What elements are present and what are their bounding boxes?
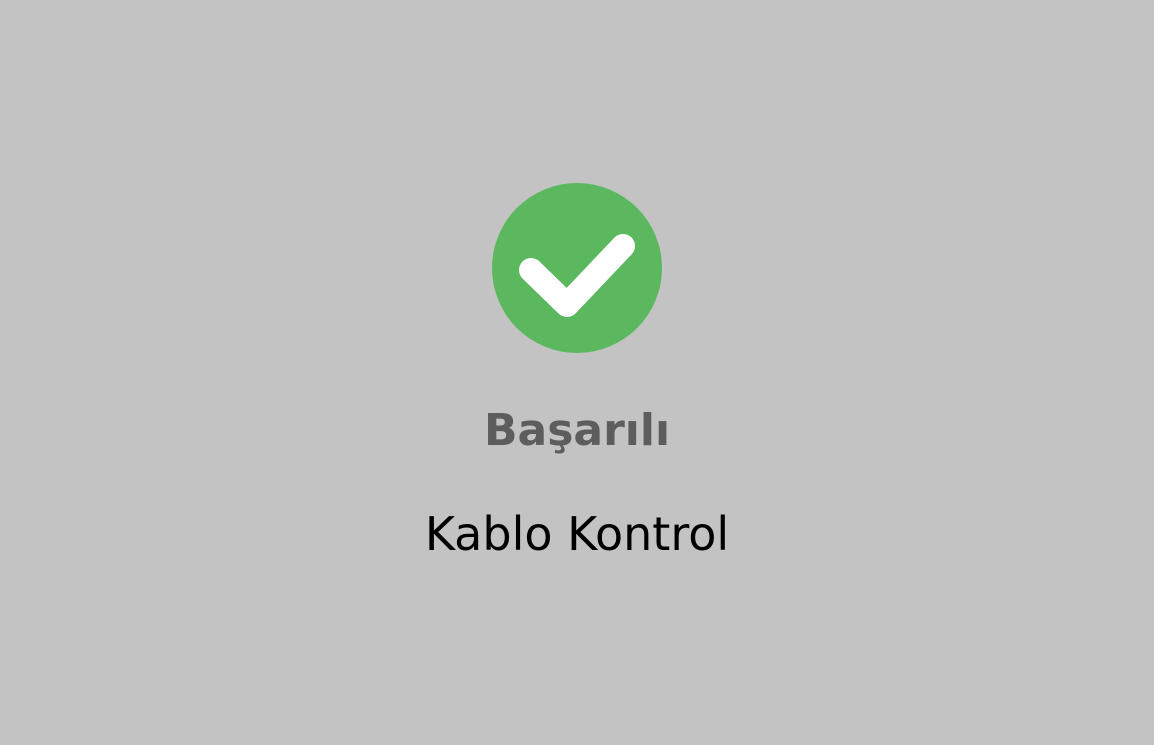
status-title: Başarılı [483, 405, 671, 456]
status-message: Kablo Kontrol [424, 507, 730, 561]
check-circle-icon [492, 183, 662, 353]
success-screen: Başarılı Kablo Kontrol [0, 0, 1154, 745]
